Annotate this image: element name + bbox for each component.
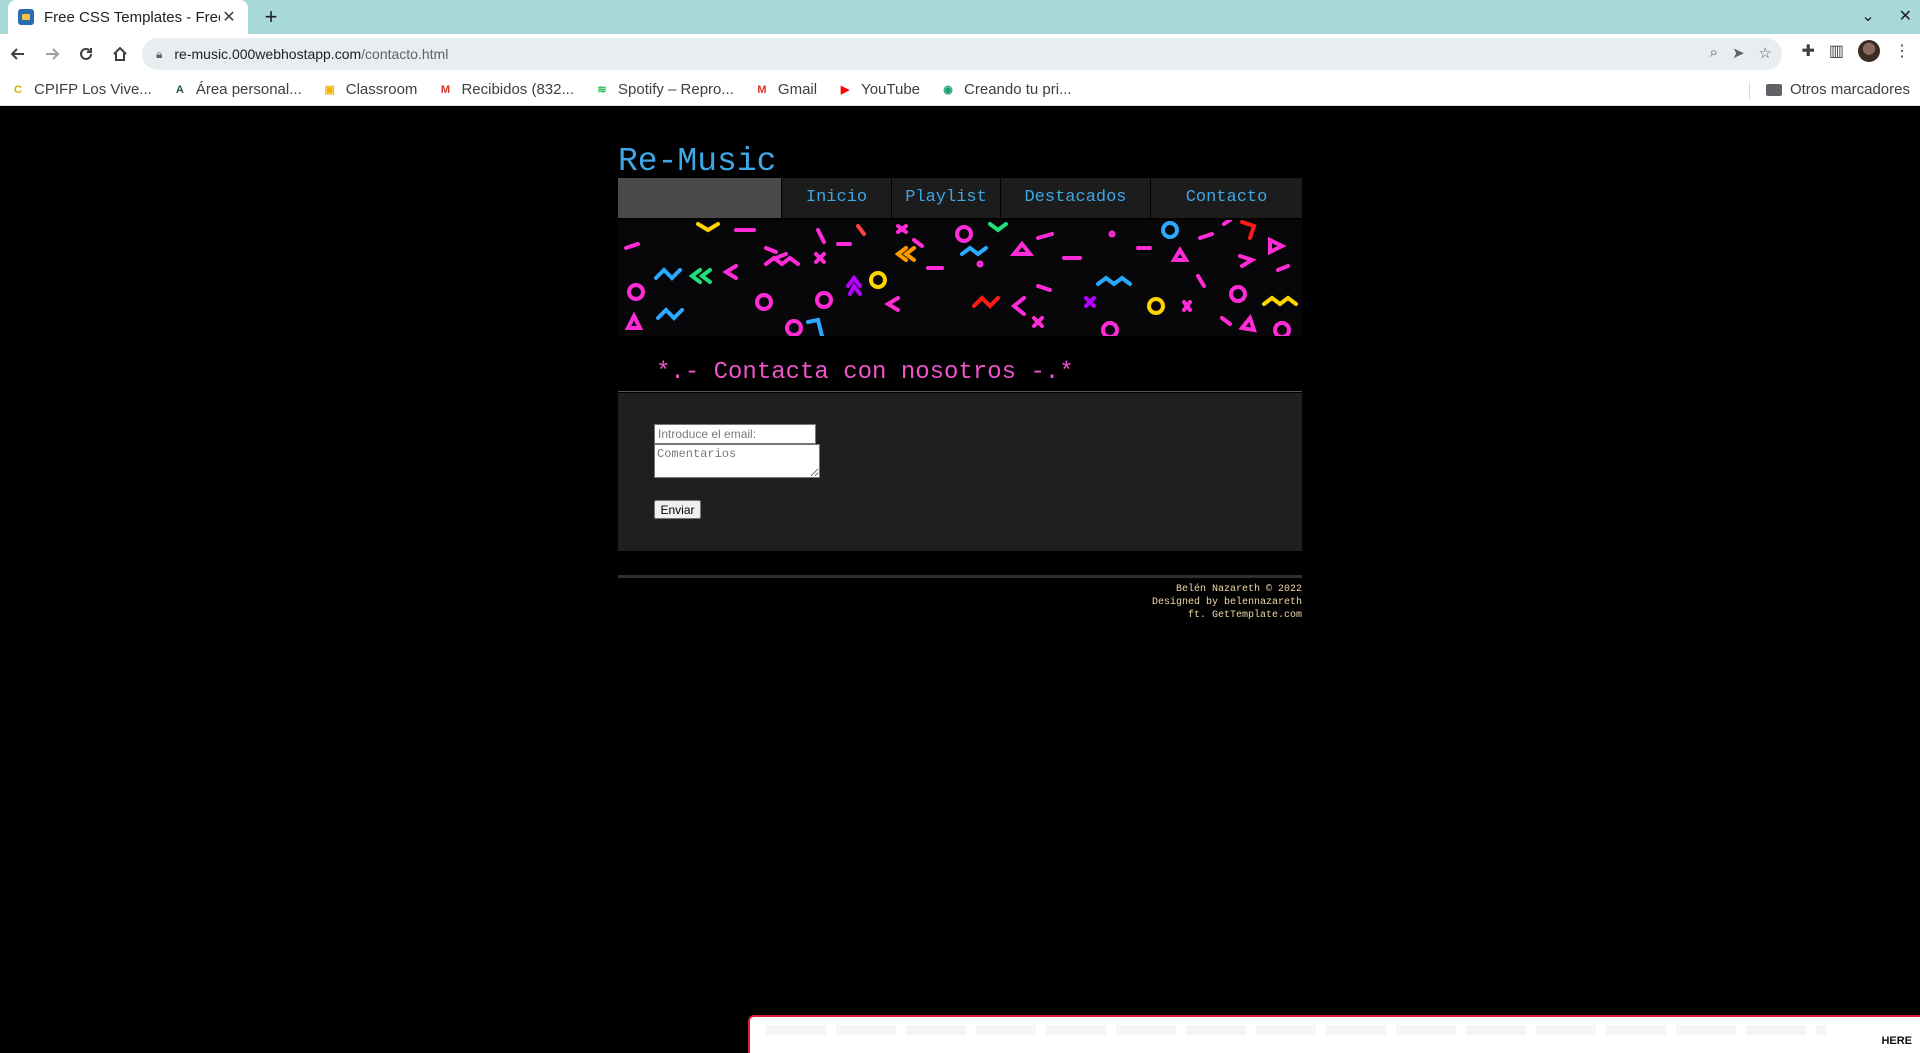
send-icon[interactable]: ➤	[1732, 44, 1745, 62]
comments-field[interactable]	[654, 444, 820, 478]
url-path: /contacto.html	[361, 46, 449, 62]
divider	[618, 391, 1302, 392]
bookmark-item[interactable]: ▶ YouTube	[837, 81, 920, 98]
bookmark-item[interactable]: ◉ Creando tu pri...	[940, 81, 1072, 98]
address-bar[interactable]: 🔒︎ re-music.000webhostapp.com/contacto.h…	[142, 38, 1782, 70]
bookmarks-bar: C CPIFP Los Vive... A Área personal... ▣ Clas…	[0, 74, 1920, 106]
nav-destacados[interactable]: Destacados	[1000, 178, 1150, 218]
tab-search-chevron-icon[interactable]: ⌄	[1861, 6, 1874, 26]
hosting-ad-banner[interactable]: HERE	[748, 1015, 1920, 1053]
profile-avatar[interactable]	[1858, 40, 1880, 62]
bookmark-label: Classroom	[345, 81, 418, 98]
bookmark-favicon-icon: M	[440, 83, 451, 96]
bookmarks-divider	[1749, 82, 1750, 100]
reload-icon[interactable]	[70, 38, 102, 70]
bookmark-favicon-icon: ▣	[324, 84, 335, 96]
bookmark-item[interactable]: ≋ Spotify – Repro...	[594, 81, 734, 98]
footer-divider	[618, 575, 1302, 578]
bookmark-label: Área personal...	[195, 81, 302, 98]
main-nav: Inicio Playlist Destacados Contacto	[618, 178, 1302, 218]
footer-copyright: Belén Nazareth © 2022	[1175, 584, 1302, 595]
extensions-puzzle-icon[interactable]: ✚	[1801, 41, 1814, 61]
back-arrow-icon[interactable]	[2, 38, 34, 70]
window-close-icon[interactable]: ✕	[1899, 6, 1912, 26]
lock-icon[interactable]: 🔒︎	[156, 47, 162, 62]
footer-designer: Designed by belennazareth	[1151, 597, 1302, 608]
tab-strip: Free CSS Templates - Free ✕ + ⌄ ✕	[0, 0, 1920, 34]
header-banner-image	[618, 220, 1302, 336]
side-panel-icon[interactable]: ▥	[1829, 41, 1844, 61]
bookmark-label: Spotify – Repro...	[618, 81, 734, 98]
bookmark-favicon-icon: ◉	[943, 84, 953, 96]
bookmark-label: Recibidos (832...	[461, 81, 574, 98]
home-icon[interactable]	[104, 38, 136, 70]
close-tab-icon[interactable]: ✕	[220, 7, 238, 27]
nav-inicio[interactable]: Inicio	[781, 178, 891, 218]
bookmark-item[interactable]: ▣ Classroom	[322, 81, 418, 98]
ad-here-link[interactable]: HERE	[1881, 1035, 1912, 1047]
site-favicon-icon	[18, 9, 34, 25]
contact-form: Enviar	[618, 393, 1302, 551]
bookmark-favicon-icon: A	[175, 83, 184, 96]
bookmark-label: Gmail	[777, 81, 818, 98]
other-bookmarks-label: Otros marcadores	[1789, 81, 1910, 98]
nav-playlist[interactable]: Playlist	[891, 178, 1000, 218]
bookmark-item[interactable]: A Área personal...	[172, 81, 302, 98]
nav-spacer	[618, 178, 781, 218]
bookmark-label: Creando tu pri...	[964, 81, 1072, 98]
send-button[interactable]: Enviar	[654, 500, 701, 519]
bookmark-favicon-icon: ▶	[840, 84, 850, 96]
ad-faint-text	[766, 1025, 1826, 1035]
bookmark-star-icon[interactable]: ☆	[1759, 44, 1772, 62]
menu-kebab-icon[interactable]: ⋮	[1894, 41, 1910, 61]
site-title[interactable]: Re-Music	[618, 143, 776, 180]
footer: Belén Nazareth © 2022 Designed by belenn…	[1152, 583, 1302, 622]
forward-arrow-icon[interactable]	[36, 38, 68, 70]
bookmark-label: CPIFP Los Vive...	[34, 81, 152, 98]
new-tab-button[interactable]: +	[258, 4, 284, 30]
other-bookmarks-folder[interactable]: Otros marcadores	[1765, 81, 1910, 98]
bookmark-favicon-icon: ≋	[597, 84, 607, 96]
bookmark-item[interactable]: C CPIFP Los Vive...	[10, 81, 152, 98]
bookmark-item[interactable]: M Recibidos (832...	[437, 81, 574, 98]
zoom-icon[interactable]: ⌕	[1710, 44, 1718, 62]
browser-toolbar: 🔒︎ re-music.000webhostapp.com/contacto.h…	[0, 34, 1920, 74]
web-page: Re-Music Inicio Playlist Destacados Cont…	[0, 107, 1920, 1053]
bookmark-favicon-icon: C	[14, 83, 22, 96]
contact-heading: *.- Contacta con nosotros -.*	[656, 359, 1074, 386]
email-field[interactable]	[654, 424, 816, 444]
folder-icon	[1765, 83, 1782, 96]
bookmark-favicon-icon: M	[757, 83, 767, 96]
tab-title: Free CSS Templates - Free	[44, 8, 220, 26]
url-host: re-music.000webhostapp.com	[174, 46, 362, 62]
bookmark-label: YouTube	[861, 81, 921, 98]
bookmark-item[interactable]: M Gmail	[754, 81, 817, 98]
browser-tab[interactable]: Free CSS Templates - Free ✕	[8, 0, 248, 34]
nav-contacto[interactable]: Contacto	[1150, 178, 1302, 218]
footer-template-credit[interactable]: ft. GetTemplate.com	[1152, 609, 1302, 622]
